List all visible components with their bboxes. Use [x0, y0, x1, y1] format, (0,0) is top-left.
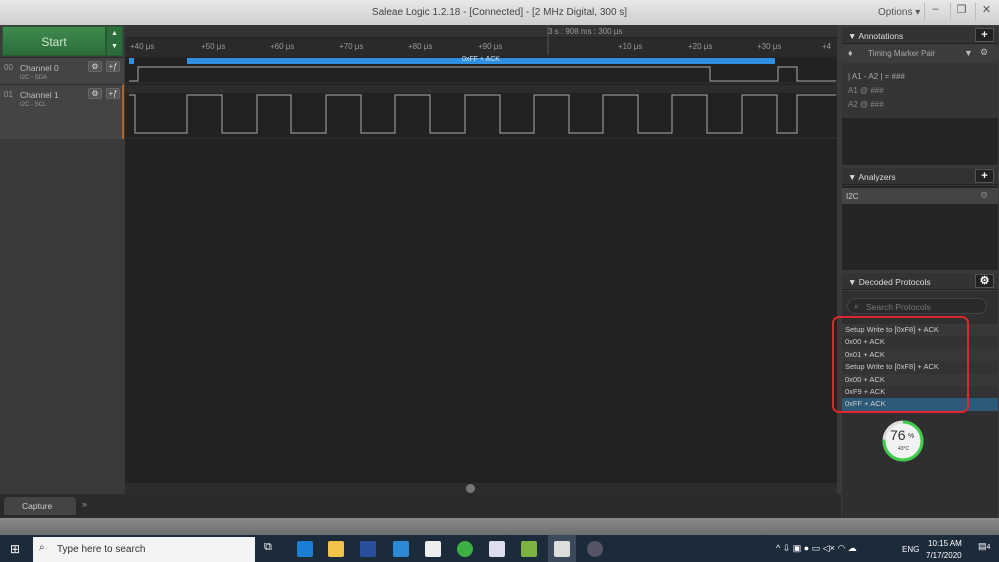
scroll-thumb[interactable]	[466, 484, 475, 493]
chevron-down-icon[interactable]: ▼	[964, 48, 973, 58]
windows-start-icon[interactable]: ⊞	[10, 542, 20, 556]
taskbar-search-placeholder: Type here to search	[57, 544, 146, 555]
tab-bar: Capture »	[0, 494, 841, 518]
analyzers-header: ▼ Analyzers +	[842, 168, 998, 185]
channel-analyzer-label: I2C - SDA	[20, 75, 48, 81]
start-button[interactable]: Start	[2, 26, 106, 56]
close-button[interactable]: ✕	[975, 3, 997, 20]
tab-capture[interactable]: Capture	[4, 497, 76, 515]
channel-name[interactable]: Channel 0	[20, 63, 59, 73]
search-protocols-input[interactable]: ⌕ Search Protocols	[847, 298, 987, 314]
trigger-icon[interactable]: +ƒ	[106, 61, 120, 72]
window-title: Saleae Logic 1.2.18 - [Connected] - [2 M…	[371, 7, 628, 18]
annotation-a1: A1 @ ###	[848, 86, 884, 95]
gear-icon[interactable]: ⚙	[980, 47, 988, 58]
analyzer-name: I2C	[846, 192, 859, 201]
edge-icon[interactable]	[297, 541, 313, 557]
decoded-bar-label: 0xFF + ACK	[462, 56, 500, 63]
app-icon[interactable]	[587, 541, 603, 557]
taskbar-search[interactable]: ⌕ Type here to search	[33, 537, 255, 562]
b-app-icon[interactable]	[360, 541, 376, 557]
decoded-bar-start	[129, 58, 134, 64]
gauge-percent: 76	[890, 427, 906, 443]
search-icon: ⌕	[39, 542, 45, 553]
status-bar	[0, 518, 999, 535]
image-app-icon[interactable]	[521, 541, 537, 557]
store-icon[interactable]	[425, 541, 441, 557]
mail-icon[interactable]	[393, 541, 409, 557]
pin-icon: ♦	[848, 48, 853, 58]
annotations-header: ▼ Annotations +	[842, 27, 998, 44]
usage-gauge: 76 % 43°C	[881, 419, 925, 463]
annotations-empty	[842, 118, 998, 165]
language-indicator[interactable]: ENG	[902, 545, 919, 554]
channel-row-0[interactable]: 00 Channel 0 I2C - SDA ⚙ +ƒ	[0, 57, 124, 84]
channel-number: 01	[4, 90, 13, 99]
highlight-annotation	[832, 316, 969, 413]
channel-analyzer-label: I2C - SCL	[20, 102, 47, 108]
gauge-unit: %	[908, 433, 915, 440]
notification-count: 4	[986, 544, 991, 551]
annotation-a2: A2 @ ###	[848, 100, 884, 109]
decoded-protocols-header: ▼ Decoded Protocols ⚙	[842, 273, 998, 290]
restore-button[interactable]: ❐	[950, 3, 972, 20]
minimize-button[interactable]: –	[924, 3, 946, 20]
timing-marker-label: Timing Marker Pair	[868, 49, 936, 58]
scl-waveform	[129, 94, 836, 134]
gear-icon[interactable]: ⚙	[88, 88, 102, 99]
search-icon: ⌕	[854, 301, 860, 311]
document-icon[interactable]	[489, 541, 505, 557]
saleae-icon	[554, 541, 570, 557]
options-menu[interactable]: Options ▾	[878, 7, 920, 18]
channel-number: 00	[4, 63, 13, 72]
clock-date[interactable]: 7/17/2020	[926, 551, 962, 560]
add-analyzer-button[interactable]: +	[975, 169, 994, 183]
capture-label: Capture	[22, 501, 53, 511]
notifications-icon[interactable]: ▤4	[978, 541, 990, 552]
decoded-settings-button[interactable]: ⚙	[975, 274, 994, 288]
gear-icon[interactable]: ⚙	[980, 190, 988, 201]
clock-time[interactable]: 10:15 AM	[928, 539, 962, 548]
start-options-arrows[interactable]: ▲ ▼	[106, 26, 123, 56]
timing-marker-row[interactable]: ♦ Timing Marker Pair ▼ ⚙	[842, 45, 998, 63]
channel-name[interactable]: Channel 1	[20, 90, 59, 100]
tab-more[interactable]: »	[82, 499, 87, 509]
add-annotation-button[interactable]: +	[975, 28, 994, 42]
gauge-temp: 43°C	[898, 446, 910, 452]
title-bar: Saleae Logic 1.2.18 - [Connected] - [2 M…	[0, 0, 999, 25]
annotation-diff: | A1 - A2 | = ###	[848, 72, 905, 81]
trigger-icon[interactable]: +ƒ	[106, 88, 120, 99]
system-tray-icons[interactable]: ^ ⇩ ▣ ● ▭ ◁× ◠ ☁	[776, 543, 857, 554]
channel-row-1[interactable]: 01 Channel 1 I2C - SCL ⚙ +ƒ	[0, 84, 124, 139]
sda-waveform	[129, 66, 836, 82]
gear-icon[interactable]: ⚙	[88, 61, 102, 72]
browser-icon[interactable]	[457, 541, 473, 557]
file-explorer-icon[interactable]	[328, 541, 344, 557]
analyzer-item-i2c[interactable]: I2C ⚙	[842, 188, 998, 204]
horizontal-scrollbar[interactable]	[125, 483, 837, 494]
search-placeholder: Search Protocols	[866, 302, 931, 312]
waveforms	[125, 25, 837, 139]
saleae-taskbar-item[interactable]	[548, 535, 576, 562]
task-view-icon[interactable]: ⧉	[264, 541, 280, 557]
